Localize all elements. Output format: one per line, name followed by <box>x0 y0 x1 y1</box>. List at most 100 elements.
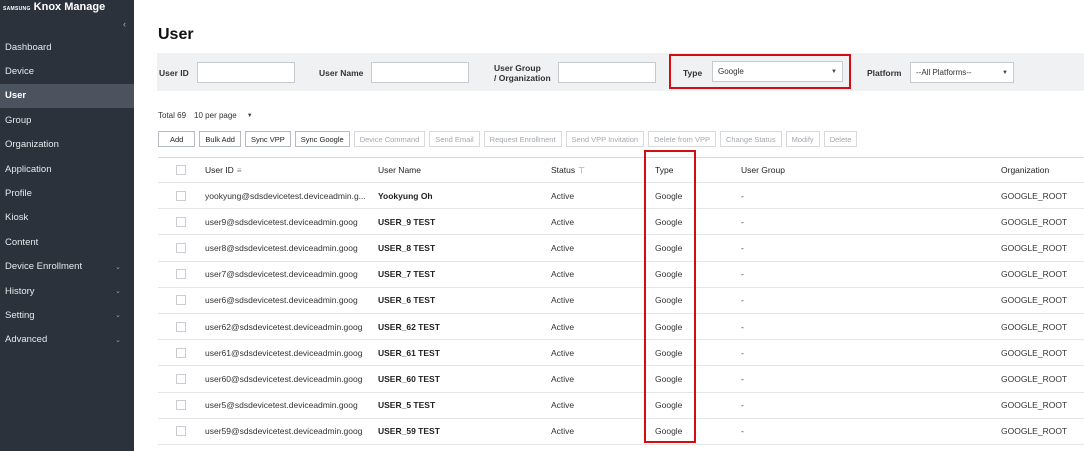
per-page-select[interactable]: 10 per page ▼ <box>194 111 253 120</box>
delete-button[interactable]: Delete <box>823 131 858 147</box>
user-group-label-line2: / Organization <box>494 73 551 83</box>
table-row[interactable]: yookyung@sdsdevicetest.deviceadmin.g... Y… <box>158 183 1084 210</box>
device-command-button[interactable]: Device Command <box>353 131 426 147</box>
bulk-add-button[interactable]: Bulk Add <box>199 131 241 147</box>
cell-user-id: user62@sdsdevicetest.deviceadmin.goog <box>205 321 363 332</box>
table-row[interactable]: user61@sdsdevicetest.deviceadmin.goog USE… <box>158 340 1084 367</box>
cell-user-group: - <box>741 321 744 332</box>
add-button[interactable]: Add <box>158 131 196 147</box>
row-checkbox[interactable] <box>176 347 186 358</box>
sidebar-item-label: Dashboard <box>5 41 52 53</box>
type-column-highlight <box>644 150 696 443</box>
row-checkbox[interactable] <box>176 269 186 280</box>
sidebar-item-dashboard[interactable]: Dashboard <box>0 35 134 59</box>
brand-product: Knox Manage <box>33 1 106 13</box>
cell-user-name: Yookyung Oh <box>378 190 433 201</box>
action-toolbar: Add Bulk Add Sync VPP Sync Google Device Com… <box>158 131 858 147</box>
page-title: User <box>158 26 194 43</box>
sidebar-item-group[interactable]: Group <box>0 108 134 132</box>
send-email-button[interactable]: Send Email <box>429 131 480 147</box>
table-row[interactable]: user62@sdsdevicetest.deviceadmin.goog USE… <box>158 314 1084 341</box>
cell-user-group: - <box>741 373 744 384</box>
cell-organization: GOOGLE_ROOT <box>1001 216 1068 227</box>
row-checkbox[interactable] <box>176 373 186 384</box>
col-user-id[interactable]: User ID ≡ <box>205 165 373 175</box>
cell-status: Active <box>551 216 575 227</box>
brand-logo: SAMSUNG Knox Manage <box>3 1 105 13</box>
cell-user-group: - <box>741 426 744 437</box>
sidebar-item-profile[interactable]: Profile <box>0 181 134 205</box>
sidebar-item-label: User <box>5 90 27 102</box>
cell-user-group: - <box>741 190 744 201</box>
change-status-button[interactable]: Change Status <box>719 131 782 147</box>
sidebar-item-user[interactable]: User <box>0 83 134 109</box>
sidebar-item-setting[interactable]: Setting ⌄ <box>0 303 134 327</box>
sidebar-item-label: Profile <box>5 188 32 200</box>
row-checkbox[interactable] <box>176 190 186 201</box>
table-row[interactable]: user5@sdsdevicetest.deviceadmin.goog USER… <box>158 393 1084 419</box>
send-vpp-invitation-button[interactable]: Send VPP Invitation <box>565 131 645 147</box>
sidebar-item-device-enrollment[interactable]: Device Enrollment ⌄ <box>0 255 134 279</box>
col-organization: Organization <box>1001 165 1050 175</box>
table-row[interactable]: user59@sdsdevicetest.deviceadmin.goog USE… <box>158 419 1084 445</box>
user-group-label-line1: User Group <box>494 63 541 73</box>
sidebar-item-label: History <box>5 285 35 297</box>
user-table: User ID ≡ User Name Status ⊤ Type User Gro… <box>158 157 1084 445</box>
table-row[interactable]: user60@sdsdevicetest.deviceadmin.goog USE… <box>158 366 1084 393</box>
sidebar-item-content[interactable]: Content <box>0 230 134 254</box>
row-checkbox[interactable] <box>176 295 186 306</box>
sidebar-item-history[interactable]: History ⌄ <box>0 279 134 303</box>
cell-organization: GOOGLE_ROOT <box>1001 426 1068 437</box>
modify-button[interactable]: Modify <box>785 131 820 147</box>
cell-user-name: USER_8 TEST <box>378 242 436 253</box>
table-row[interactable]: user6@sdsdevicetest.deviceadmin.goog USER… <box>158 288 1084 314</box>
user-id-input[interactable] <box>197 62 295 83</box>
sidebar-item-application[interactable]: Application <box>0 157 134 181</box>
sidebar-item-advanced[interactable]: Advanced ⌄ <box>0 328 134 352</box>
user-group-input[interactable] <box>558 62 656 83</box>
cell-user-group: - <box>741 295 744 306</box>
row-checkbox[interactable] <box>176 242 186 253</box>
chevron-down-icon: ⌄ <box>115 336 121 344</box>
table-row[interactable]: user9@sdsdevicetest.deviceadmin.goog USER… <box>158 209 1084 236</box>
cell-user-id: user59@sdsdevicetest.deviceadmin.goog <box>205 426 363 437</box>
sidebar-item-label: Setting <box>5 309 35 321</box>
col-user-group: User Group <box>741 165 785 175</box>
row-checkbox[interactable] <box>176 321 186 332</box>
table-body: yookyung@sdsdevicetest.deviceadmin.g... Y… <box>158 183 1084 445</box>
table-row[interactable]: user8@sdsdevicetest.deviceadmin.goog USER… <box>158 235 1084 262</box>
row-checkbox[interactable] <box>176 400 186 411</box>
request-enrollment-button[interactable]: Request Enrollment <box>483 131 562 147</box>
sidebar-item-label: Organization <box>5 139 59 151</box>
col-status[interactable]: Status ⊤ <box>551 165 585 175</box>
delete-from-vpp-button[interactable]: Delete from VPP <box>648 131 716 147</box>
platform-label: Platform <box>867 68 902 78</box>
sidebar-nav: Dashboard Device User Group Organization Appl… <box>0 35 134 352</box>
select-all-checkbox[interactable] <box>176 165 186 175</box>
platform-select[interactable]: --All Platforms-- ▼ <box>910 62 1014 83</box>
cell-user-group: - <box>741 400 744 411</box>
filter-funnel-icon[interactable]: ⊤ <box>578 166 585 175</box>
sidebar-item-device[interactable]: Device <box>0 59 134 83</box>
sync-vpp-button[interactable]: Sync VPP <box>244 131 291 147</box>
cell-user-id: user8@sdsdevicetest.deviceadmin.goog <box>205 242 358 253</box>
user-name-input[interactable] <box>371 62 469 83</box>
chevron-left-icon[interactable]: ‹ <box>123 19 126 29</box>
cell-user-group: - <box>741 347 744 358</box>
cell-user-name: USER_7 TEST <box>378 269 436 280</box>
cell-organization: GOOGLE_ROOT <box>1001 321 1068 332</box>
cell-user-id: user9@sdsdevicetest.deviceadmin.goog <box>205 216 358 227</box>
row-checkbox[interactable] <box>176 216 186 227</box>
cell-user-id: user60@sdsdevicetest.deviceadmin.goog <box>205 373 363 384</box>
sidebar-item-kiosk[interactable]: Kiosk <box>0 206 134 230</box>
cell-status: Active <box>551 321 575 332</box>
sidebar-item-label: Group <box>5 114 32 126</box>
sort-lines-icon[interactable]: ≡ <box>237 166 242 175</box>
cell-status: Active <box>551 400 575 411</box>
sidebar-item-organization[interactable]: Organization <box>0 133 134 157</box>
cell-organization: GOOGLE_ROOT <box>1001 269 1068 280</box>
row-checkbox[interactable] <box>176 426 186 437</box>
sync-google-button[interactable]: Sync Google <box>294 131 350 147</box>
cell-user-id: user61@sdsdevicetest.deviceadmin.goog <box>205 347 363 358</box>
table-row[interactable]: user7@sdsdevicetest.deviceadmin.goog USER… <box>158 262 1084 288</box>
